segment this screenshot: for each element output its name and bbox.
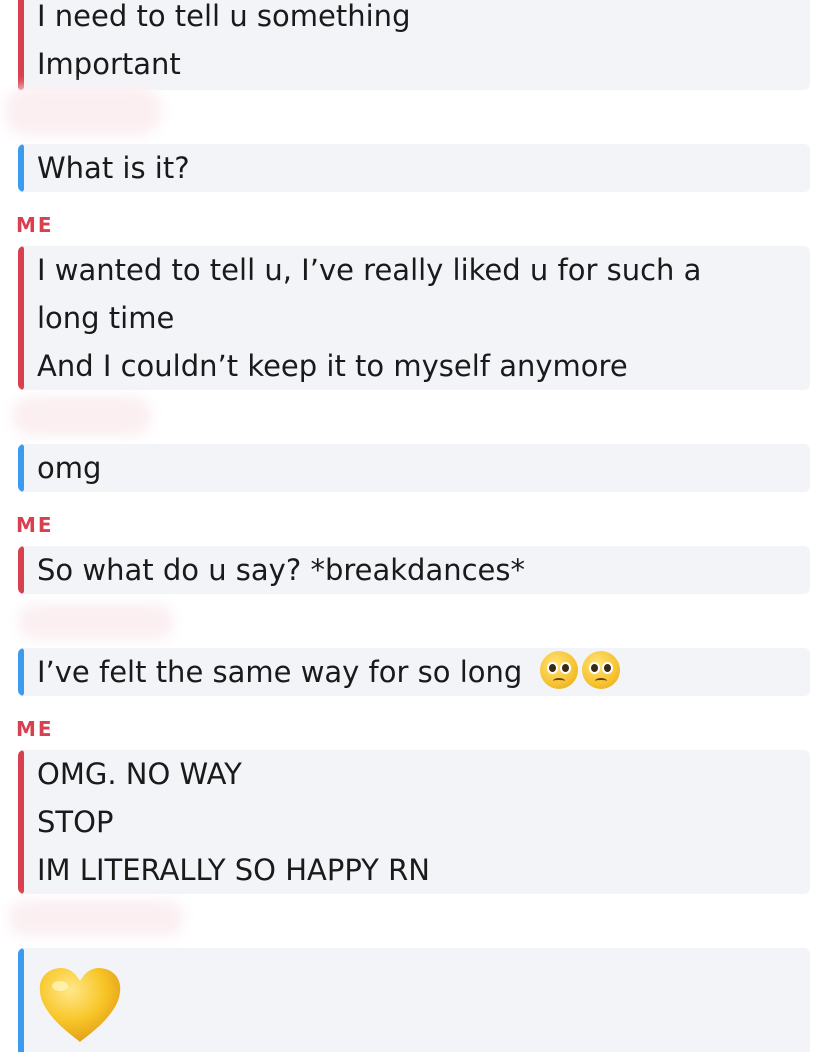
pleading-face-emoji bbox=[539, 651, 578, 689]
yellow-heart-emoji bbox=[39, 968, 121, 1042]
message-text: I’ve felt the same way for so long bbox=[37, 655, 523, 689]
redacted-sender-name bbox=[4, 86, 162, 136]
sender-color-bar bbox=[18, 948, 24, 1052]
redacted-sender-name bbox=[18, 604, 174, 640]
message-bubble[interactable]: So what do u say? *breakdances* bbox=[18, 546, 810, 594]
message-text: I wanted to tell u, I’ve really liked u … bbox=[37, 253, 702, 287]
sender-color-bar bbox=[18, 246, 24, 390]
pleading-face-emoji bbox=[581, 651, 620, 689]
message-bubble[interactable]: OMG. NO WAY STOP IM LITERALLY SO HAPPY R… bbox=[18, 750, 810, 894]
message-text: I need to tell u something bbox=[37, 0, 411, 33]
sender-color-bar bbox=[18, 144, 24, 192]
sender-label-me: ME bbox=[16, 513, 54, 537]
message-text: Important bbox=[37, 47, 181, 81]
message-bubble[interactable]: I’ve felt the same way for so long bbox=[18, 648, 810, 696]
message-text: omg bbox=[37, 451, 102, 485]
sender-label-me: ME bbox=[16, 213, 54, 237]
message-bubble[interactable]: omg bbox=[18, 444, 810, 492]
message-text: IM LITERALLY SO HAPPY RN bbox=[37, 853, 430, 887]
message-bubble[interactable]: I need to tell u something Important bbox=[18, 0, 810, 90]
message-text: So what do u say? *breakdances* bbox=[37, 553, 526, 587]
message-line: I’ve felt the same way for so long bbox=[37, 648, 800, 696]
sender-color-bar bbox=[18, 546, 24, 594]
sender-label-me: ME bbox=[16, 717, 54, 741]
message-text: STOP bbox=[37, 805, 114, 839]
redacted-sender-name bbox=[8, 900, 184, 936]
chat-thread: I need to tell u something Important Wha… bbox=[0, 0, 828, 1052]
message-bubble[interactable]: I wanted to tell u, I’ve really liked u … bbox=[18, 246, 810, 390]
message-text: OMG. NO WAY bbox=[37, 757, 242, 791]
message-bubble[interactable] bbox=[18, 948, 810, 1052]
sender-color-bar bbox=[18, 0, 24, 90]
message-bubble[interactable]: What is it? bbox=[18, 144, 810, 192]
message-text: long time bbox=[37, 301, 175, 335]
sender-color-bar bbox=[18, 648, 24, 696]
message-text: What is it? bbox=[37, 151, 190, 185]
message-text: And I couldn’t keep it to myself anymore bbox=[37, 349, 628, 383]
redacted-sender-name bbox=[12, 396, 152, 436]
sender-color-bar bbox=[18, 750, 24, 894]
sender-color-bar bbox=[18, 444, 24, 492]
